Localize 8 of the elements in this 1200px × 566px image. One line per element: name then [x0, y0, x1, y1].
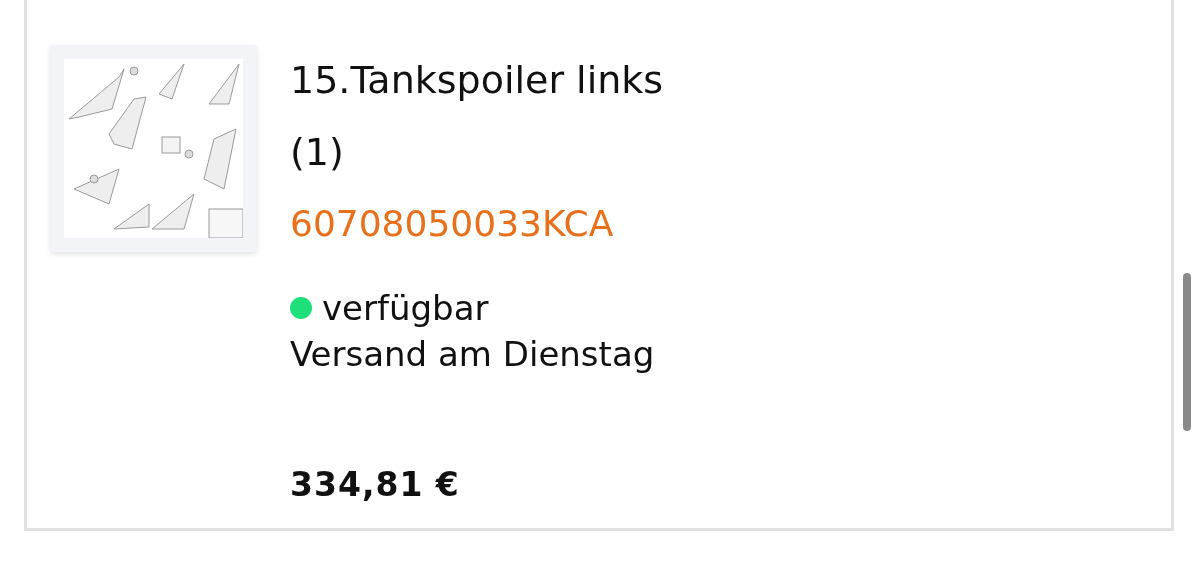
- shipping-info: Versand am Dienstag: [290, 333, 656, 376]
- scrollbar[interactable]: [1183, 273, 1191, 431]
- availability-label: verfügbar: [322, 287, 489, 330]
- product-title: 15.Tankspoiler links: [290, 57, 664, 104]
- quantity-label: (1): [290, 129, 345, 176]
- product-thumbnail[interactable]: [50, 45, 257, 252]
- price-label: 334,81 €: [290, 465, 461, 504]
- part-number: 60708050033KCA: [290, 202, 615, 246]
